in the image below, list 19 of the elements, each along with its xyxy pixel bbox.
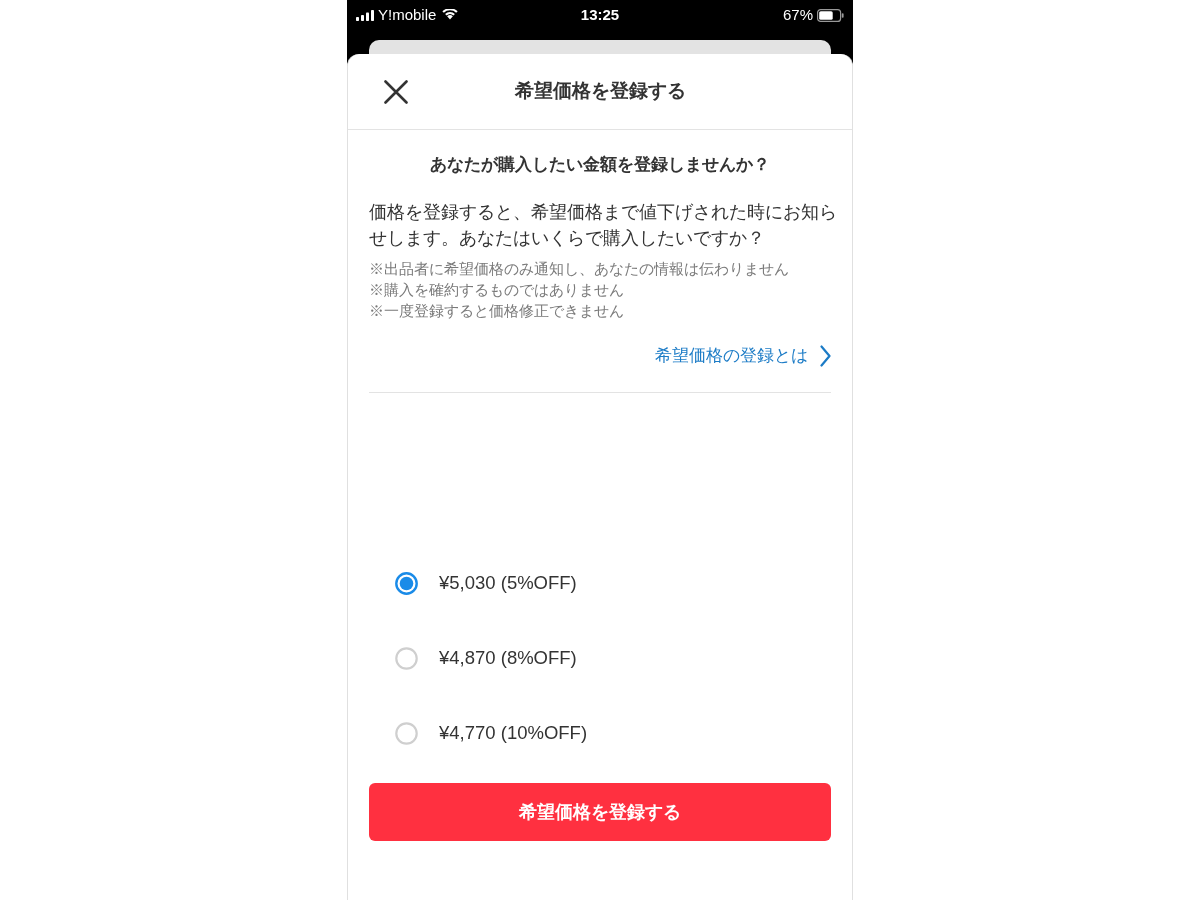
submit-button[interactable]: 希望価格を登録する bbox=[369, 783, 831, 841]
sheet-title: 希望価格を登録する bbox=[514, 79, 686, 104]
price-option[interactable]: ¥4,770 (10%OFF) bbox=[369, 708, 592, 758]
clock-time: 13:25 bbox=[580, 4, 620, 25]
battery-percent: 67% bbox=[782, 4, 813, 25]
chevron-right-icon bbox=[820, 345, 831, 367]
prompt-heading: あなたが購入したい金額を登録しませんか？ bbox=[430, 154, 770, 176]
signal-icon bbox=[356, 9, 374, 21]
note-text: ※一度登録すると価格修正できません bbox=[369, 302, 624, 321]
price-option[interactable]: ¥5,030 (5%OFF) bbox=[369, 558, 581, 608]
note-text: ※購入を確約するものではありません bbox=[369, 281, 624, 300]
price-option[interactable]: ¥4,870 (8%OFF) bbox=[369, 633, 581, 683]
battery-icon bbox=[817, 8, 844, 22]
carrier-name: Y!mobile bbox=[378, 4, 437, 25]
note-text: ※出品者に希望価格のみ通知し、あなたの情報は伝わりません bbox=[369, 260, 789, 279]
help-link[interactable]: 希望価格の登録とは bbox=[655, 344, 831, 368]
description-text: 価格を登録すると、希望価格まで値下げされた時にお知らせします。あなたはいくらで購入したいですか？ bbox=[369, 201, 838, 250]
wifi-icon bbox=[442, 9, 459, 21]
close-icon bbox=[384, 79, 408, 104]
